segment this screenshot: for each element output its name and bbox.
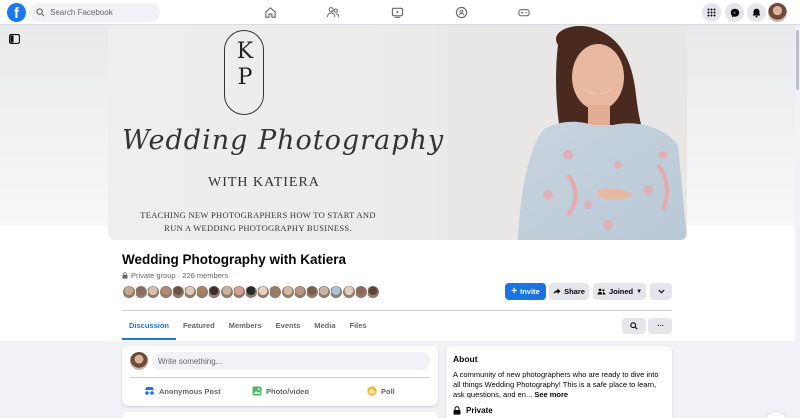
member-avatar[interactable]: [341, 285, 356, 299]
joined-label: Joined: [608, 287, 634, 296]
member-avatar[interactable]: [134, 285, 149, 299]
member-avatar[interactable]: [280, 285, 295, 299]
more-options-button[interactable]: ···: [648, 318, 672, 334]
member-avatar[interactable]: [329, 285, 344, 299]
member-avatar[interactable]: [122, 285, 136, 299]
member-avatar[interactable]: [353, 285, 368, 299]
photo-icon: [252, 386, 262, 396]
member-avatar[interactable]: [219, 285, 234, 299]
gaming-icon[interactable]: [516, 4, 532, 20]
poll-label: Poll: [381, 386, 395, 396]
group-title: Wedding Photography with Katiera: [122, 252, 347, 267]
member-avatar[interactable]: [317, 285, 332, 299]
member-avatar[interactable]: [170, 285, 185, 299]
member-avatar[interactable]: [244, 285, 258, 299]
new-message-button[interactable]: [766, 412, 786, 418]
chevron-down-icon: [657, 289, 665, 294]
bell-icon[interactable]: [747, 3, 766, 22]
joined-button[interactable]: Joined ▼: [593, 283, 646, 300]
scrollbar-thumb[interactable]: [796, 30, 799, 90]
tab-discussion[interactable]: Discussion: [122, 311, 177, 340]
cover-subtitle: WITH KATIERA: [208, 175, 320, 190]
share-icon: [553, 288, 561, 295]
composer-divider: [130, 377, 430, 378]
search-icon: [630, 322, 638, 330]
profile-avatar[interactable]: [768, 3, 787, 22]
about-description: A community of new photographers who are…: [453, 370, 667, 400]
group-meta-text: Private group · 226 members: [131, 271, 229, 280]
cover-script-title: Wedding Photography: [122, 125, 445, 156]
invite-label: Invite: [520, 287, 540, 296]
see-more-link[interactable]: See more: [534, 390, 568, 399]
privacy-row: Private: [453, 406, 493, 415]
search-box[interactable]: [29, 3, 160, 22]
lock-icon: [122, 272, 128, 279]
anonymous-post-button[interactable]: Anonymous Post: [144, 382, 221, 400]
composer-avatar[interactable]: [130, 352, 148, 370]
share-label: Share: [564, 287, 585, 296]
tab-files[interactable]: Files: [343, 311, 374, 340]
member-avatars[interactable]: [122, 285, 392, 299]
member-avatar[interactable]: [268, 285, 283, 299]
feed-card: [122, 412, 438, 418]
share-button[interactable]: Share: [549, 283, 589, 300]
anonymous-icon: [145, 387, 154, 395]
cover-portrait-image: [448, 25, 687, 240]
member-avatar[interactable]: [292, 285, 307, 299]
poll-button[interactable]: Poll: [367, 382, 395, 400]
home-icon[interactable]: [262, 4, 278, 20]
privacy-label: Private: [466, 406, 493, 415]
about-title: About: [453, 354, 478, 364]
search-input[interactable]: [50, 8, 150, 17]
member-avatar[interactable]: [183, 285, 197, 299]
cover-photo[interactable]: K P Wedding Photography WITH KATIERA TEA…: [108, 25, 687, 240]
about-card: About A community of new photographers w…: [446, 346, 672, 418]
watch-icon[interactable]: [389, 4, 405, 20]
more-dots-icon: ···: [656, 320, 665, 331]
post-composer: Anonymous Post Photo/video Poll: [122, 346, 438, 406]
groups-icon[interactable]: [453, 4, 469, 20]
friends-icon[interactable]: [325, 4, 341, 20]
invite-button[interactable]: + Invite: [505, 283, 546, 300]
tab-events[interactable]: Events: [269, 311, 308, 340]
photo-video-button[interactable]: Photo/video: [252, 382, 309, 400]
member-avatar[interactable]: [366, 285, 380, 299]
write-something-input[interactable]: [152, 352, 430, 370]
tab-media[interactable]: Media: [307, 311, 342, 340]
group-tabs: Discussion Featured Members Events Media…: [122, 311, 374, 340]
member-avatar[interactable]: [256, 285, 271, 299]
menu-grid-icon[interactable]: [702, 3, 721, 22]
poll-icon: [367, 386, 377, 396]
top-navigation-bar: f: [0, 0, 800, 25]
cover-tagline: TEACHING NEW PHOTOGRAPHERS HOW TO START …: [140, 210, 376, 233]
member-avatar[interactable]: [195, 285, 210, 299]
facebook-logo[interactable]: f: [7, 3, 26, 22]
sidebar-toggle-icon[interactable]: [9, 34, 20, 44]
lock-icon: [453, 406, 461, 415]
photo-video-label: Photo/video: [266, 386, 309, 396]
caret-down-icon: ▼: [636, 288, 643, 295]
anonymous-post-label: Anonymous Post: [159, 386, 221, 396]
member-avatar[interactable]: [146, 285, 161, 299]
group-meta[interactable]: Private group · 226 members: [122, 271, 228, 280]
messenger-icon[interactable]: [725, 3, 744, 22]
member-avatar[interactable]: [158, 285, 173, 299]
member-avatar[interactable]: [207, 285, 222, 299]
member-avatar[interactable]: [231, 285, 246, 299]
member-avatar[interactable]: [305, 285, 319, 299]
tab-featured[interactable]: Featured: [176, 311, 222, 340]
tab-members[interactable]: Members: [222, 311, 269, 340]
search-icon: [36, 8, 45, 17]
expand-chevron-button[interactable]: [650, 283, 672, 300]
group-search-button[interactable]: [622, 318, 646, 334]
people-icon: [597, 288, 606, 295]
plus-icon: +: [511, 285, 518, 297]
monogram-logo: K P: [224, 30, 264, 115]
